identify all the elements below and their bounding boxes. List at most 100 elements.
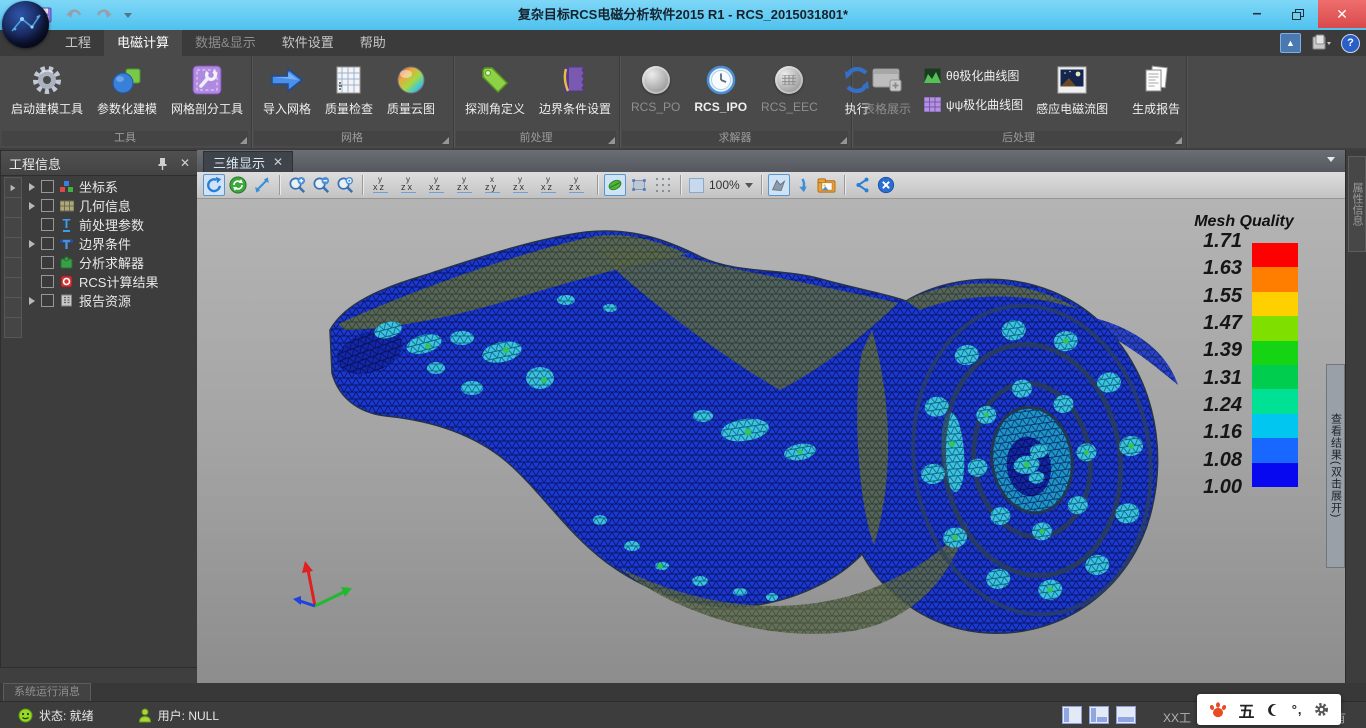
zoom-out-button[interactable] — [310, 174, 332, 196]
expander-icon[interactable] — [25, 240, 39, 248]
tab-close-icon[interactable]: ✕ — [273, 155, 283, 169]
tree-item-report-resources[interactable]: 报告资源 — [25, 291, 196, 310]
help-button[interactable]: ? — [1341, 34, 1360, 53]
ribbon-collapse-button[interactable]: ▲ — [1280, 33, 1301, 53]
tree-item-preprocess-params[interactable]: T 前处理参数 — [25, 215, 196, 234]
view-orientation-button-7[interactable]: yxz — [537, 175, 563, 195]
ime-halfwidth-moon-icon[interactable] — [1266, 703, 1280, 717]
dialog-launcher-icon[interactable] — [840, 137, 847, 144]
view-results-tab[interactable]: 查看结果(双击展开) — [1326, 364, 1345, 568]
checkbox[interactable] — [41, 275, 54, 288]
launch-modeling-tool-button[interactable]: 启动建模工具 — [6, 61, 88, 117]
quality-cloud-map-button[interactable]: 质量云图 — [382, 61, 440, 117]
tree-item-analysis-solver[interactable]: 分析求解器 — [25, 253, 196, 272]
viewport-3d[interactable]: Mesh Quality 1.711.63 1.551.47 1.391.31 … — [197, 199, 1345, 683]
view-orientation-button-3[interactable]: yxz — [425, 175, 451, 195]
wireframe-mode-button[interactable] — [628, 174, 650, 196]
refresh-view-button[interactable] — [227, 174, 249, 196]
induced-current-map-button[interactable]: 感应电磁流图 — [1031, 61, 1113, 117]
view-orientation-button-5[interactable]: xzy — [481, 175, 507, 195]
import-mesh-button[interactable]: 导入网格 — [258, 61, 316, 117]
minimize-button[interactable]: – — [1240, 0, 1274, 28]
pin-icon[interactable] — [157, 157, 168, 170]
layout-split-button[interactable] — [1089, 706, 1109, 724]
surface-pick-button[interactable] — [768, 174, 790, 196]
share-view-button[interactable] — [851, 174, 873, 196]
shaded-mode-button[interactable] — [604, 174, 626, 196]
checkbox[interactable] — [41, 237, 54, 250]
expander-icon[interactable] — [25, 297, 39, 305]
drop-down-arrow-button[interactable] — [792, 174, 814, 196]
close-view-button[interactable] — [875, 174, 897, 196]
parametric-modeling-button[interactable]: 参数化建模 — [92, 61, 162, 117]
right-dock-strip: 属性信息 — [1345, 150, 1366, 683]
ime-toolbar[interactable]: 五 °, — [1197, 694, 1341, 725]
panel-close-icon[interactable]: ✕ — [180, 156, 190, 170]
rotate-view-button[interactable] — [203, 174, 225, 196]
restore-button[interactable] — [1280, 0, 1314, 28]
rcs-po-button[interactable]: RCS_PO — [626, 61, 685, 114]
probe-angle-define-button[interactable]: 探测角定义 — [460, 61, 530, 117]
ribbon-group-label: 网格 — [254, 131, 450, 146]
dialog-launcher-icon[interactable] — [1175, 137, 1182, 144]
zoom-window-button[interactable] — [334, 174, 356, 196]
system-message-tab[interactable]: 系统运行消息 — [3, 683, 91, 701]
rcs-eec-button[interactable]: RCS_EEC — [756, 61, 823, 114]
app-logo[interactable] — [2, 1, 49, 48]
points-mode-button[interactable] — [652, 174, 674, 196]
zoom-extents-button[interactable] — [251, 174, 273, 196]
zoom-scale-control[interactable]: 100% — [689, 178, 753, 193]
view-orientation-button-6[interactable]: yzx — [509, 175, 535, 195]
menu-tab-help[interactable]: 帮助 — [347, 30, 399, 56]
menu-tab-em-computation[interactable]: 电磁计算 — [104, 30, 182, 56]
view-orientation-button-8[interactable]: yzx — [565, 175, 591, 195]
zoom-dropdown-icon[interactable] — [745, 183, 753, 188]
view-orientation-button-4[interactable]: yzx — [453, 175, 479, 195]
menu-bar: 工程 电磁计算 数据&显示 软件设置 帮助 ▲ ? — [0, 30, 1366, 56]
tree-item-coordinate-system[interactable]: 坐标系 — [25, 177, 196, 196]
layout-bottom-panel-button[interactable] — [1116, 706, 1136, 724]
generate-report-button[interactable]: 生成报告 — [1127, 61, 1185, 117]
menu-tab-project[interactable]: 工程 — [52, 30, 104, 56]
checkbox[interactable] — [41, 199, 54, 212]
layout-left-panel-button[interactable] — [1062, 706, 1082, 724]
dialog-launcher-icon[interactable] — [608, 137, 615, 144]
theta-polarization-curve-button[interactable]: θθ极化曲线图 — [920, 63, 1027, 87]
zoom-in-button[interactable] — [286, 174, 308, 196]
tree-item-rcs-results[interactable]: RCS计算结果 — [25, 272, 196, 291]
quality-check-button[interactable]: 质量检查 — [320, 61, 378, 117]
table-display-button[interactable]: 表格展示 — [858, 61, 916, 117]
expander-icon[interactable] — [25, 202, 39, 210]
mesh-quality-legend: Mesh Quality 1.711.63 1.551.47 1.391.31 … — [1186, 213, 1302, 231]
checkbox[interactable] — [41, 180, 54, 193]
psi-polarization-curve-button[interactable]: ψψ极化曲线图 — [920, 92, 1027, 116]
device-button[interactable] — [1310, 34, 1332, 52]
ime-settings-gear-icon[interactable] — [1314, 702, 1329, 717]
property-info-tab[interactable]: 属性信息 — [1348, 156, 1366, 252]
view-orientation-button-1[interactable]: yxz — [369, 175, 395, 195]
boundary-condition-button[interactable]: 边界条件设置 — [534, 61, 616, 117]
gutter-expander[interactable] — [4, 177, 22, 198]
dialog-launcher-icon[interactable] — [240, 137, 247, 144]
tree-item-geometry-info[interactable]: 几何信息 — [25, 196, 196, 215]
dialog-launcher-icon[interactable] — [442, 137, 449, 144]
model-3d-canvas[interactable] — [197, 199, 1345, 683]
view-orientation-button-2[interactable]: yzx — [397, 175, 423, 195]
expander-icon[interactable] — [25, 183, 39, 191]
close-button[interactable]: ✕ — [1318, 0, 1366, 28]
mesh-partition-tool-button[interactable]: 网格剖分工具 — [166, 61, 248, 117]
menu-tab-settings[interactable]: 软件设置 — [269, 30, 347, 56]
checkbox[interactable] — [41, 256, 54, 269]
checkbox[interactable] — [41, 218, 54, 231]
tab-list-dropdown-icon[interactable] — [1327, 157, 1335, 162]
folder-image-icon — [817, 177, 836, 194]
capture-image-button[interactable] — [816, 174, 838, 196]
tree-item-boundary-conditions[interactable]: 边界条件 — [25, 234, 196, 253]
rcs-ipo-button[interactable]: RCS_IPO — [689, 61, 752, 114]
ime-punctuation-toggle[interactable]: °, — [1292, 702, 1303, 717]
tab-3d-display[interactable]: 三维显示 ✕ — [203, 151, 293, 172]
menu-tab-data-display[interactable]: 数据&显示 — [182, 30, 269, 56]
checkbox[interactable] — [41, 294, 54, 307]
ime-mode-char[interactable]: 五 — [1238, 698, 1254, 722]
analysis-solver-icon — [59, 256, 74, 270]
